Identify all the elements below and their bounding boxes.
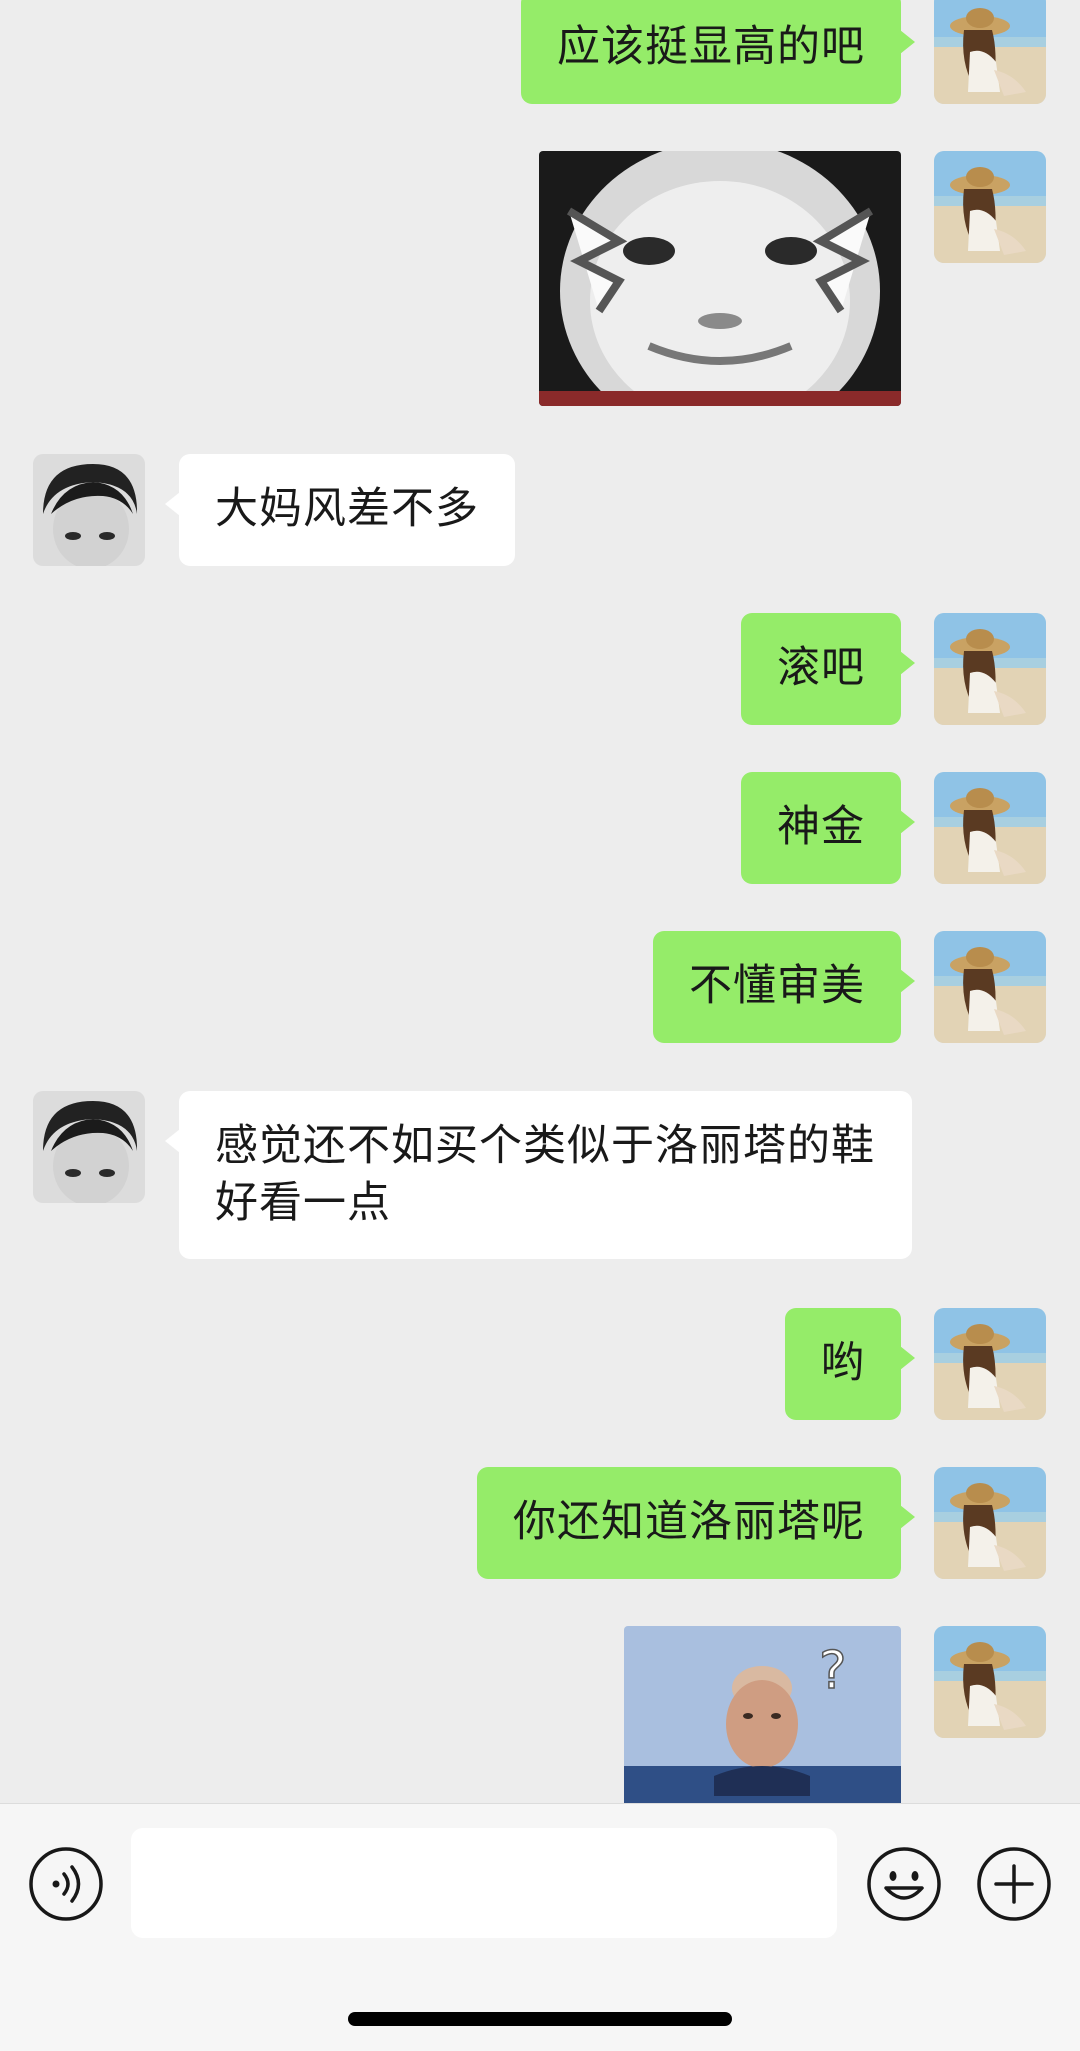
message-bubble[interactable]: 不懂审美 (653, 931, 915, 1043)
sticker-question-mark: ? (819, 1641, 847, 1701)
my-avatar[interactable] (934, 772, 1046, 884)
chat-message-list[interactable]: 应该挺显高的吧 大妈风差不多 滚吧 神金 不懂审美 感觉还不如买个类似于洛丽塔的… (0, 0, 1080, 1803)
message-text: 应该挺显高的吧 (557, 22, 865, 72)
cartoon-face-sticker[interactable] (539, 151, 901, 406)
message-bubble[interactable]: 你还知道洛丽塔呢 (477, 1467, 915, 1579)
voice-icon[interactable] (28, 1846, 104, 1922)
message-bubble[interactable]: 感觉还不如买个类似于洛丽塔的鞋好看一点 (165, 1091, 912, 1259)
message-text: 大妈风差不多 (215, 484, 479, 534)
message-bubble[interactable]: 大妈风差不多 (165, 454, 515, 566)
my-avatar[interactable] (934, 613, 1046, 725)
man-in-water-question-sticker[interactable]: ? (624, 1626, 901, 1803)
plus-icon[interactable] (976, 1846, 1052, 1922)
my-avatar[interactable] (934, 151, 1046, 263)
emoji-icon[interactable] (866, 1846, 942, 1922)
message-text: 神金 (777, 802, 865, 852)
message-bubble[interactable]: 神金 (741, 772, 915, 884)
message-bubble[interactable]: 哟 (785, 1308, 915, 1420)
contact-avatar[interactable] (33, 454, 145, 566)
message-input[interactable] (131, 1828, 837, 1938)
my-avatar[interactable] (934, 1308, 1046, 1420)
home-indicator[interactable] (348, 2012, 732, 2026)
message-text: 感觉还不如买个类似于洛丽塔的鞋好看一点 (215, 1121, 875, 1228)
contact-avatar[interactable] (33, 1091, 145, 1203)
message-text: 你还知道洛丽塔呢 (513, 1497, 865, 1547)
my-avatar[interactable] (934, 1626, 1046, 1738)
my-avatar[interactable] (934, 0, 1046, 104)
message-text: 不懂审美 (689, 961, 865, 1011)
my-avatar[interactable] (934, 931, 1046, 1043)
message-text: 滚吧 (777, 643, 865, 693)
message-text: 哟 (821, 1338, 865, 1388)
chat-input-bar (0, 1803, 1080, 2051)
message-bubble[interactable]: 滚吧 (741, 613, 915, 725)
message-bubble[interactable]: 应该挺显高的吧 (521, 0, 915, 104)
my-avatar[interactable] (934, 1467, 1046, 1579)
